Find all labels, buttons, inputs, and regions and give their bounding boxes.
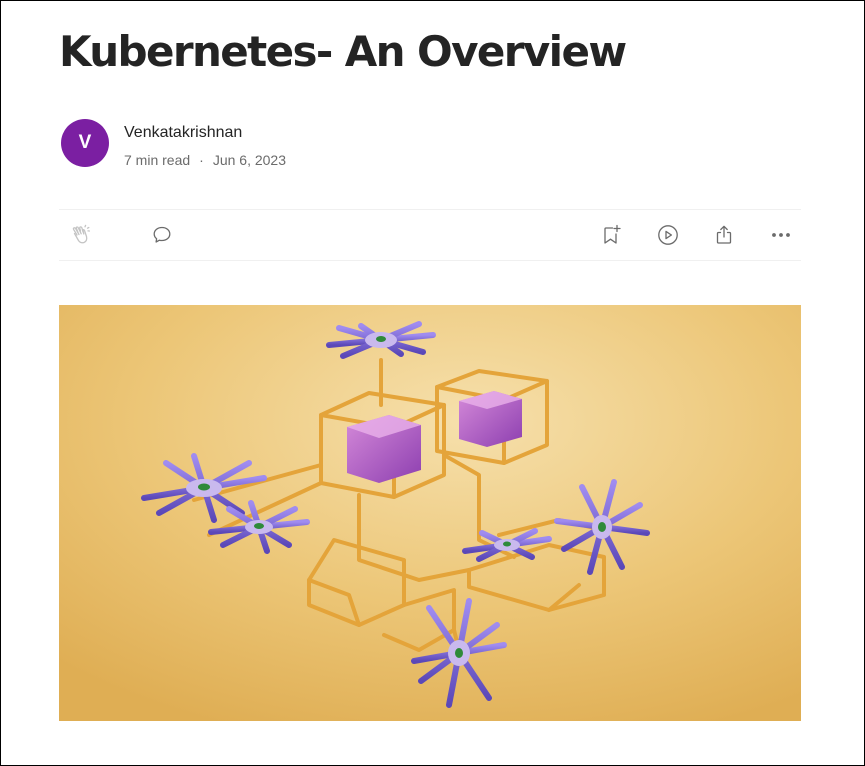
publish-date: Jun 6, 2023 xyxy=(212,152,286,168)
more-dots-icon xyxy=(772,233,790,237)
pod-cube xyxy=(459,391,522,447)
article-meta: 7 min read · Jun 6, 2023 xyxy=(124,152,286,168)
save-button[interactable] xyxy=(599,223,623,247)
clap-icon xyxy=(72,224,91,244)
avatar-initial: V xyxy=(78,132,92,153)
listen-button[interactable] xyxy=(656,223,680,247)
kubernetes-illustration xyxy=(59,305,801,721)
pod-cube xyxy=(347,415,421,483)
response-button[interactable] xyxy=(150,223,174,247)
hero-image xyxy=(59,305,801,721)
share-button[interactable] xyxy=(712,223,736,247)
clap-button[interactable] xyxy=(68,223,92,247)
action-bar xyxy=(59,209,801,261)
author-avatar[interactable]: V xyxy=(61,119,109,167)
speech-bubble-icon xyxy=(153,226,171,243)
article-title: Kubernetes- An Overview xyxy=(59,27,627,76)
meta-separator: · xyxy=(199,152,204,168)
article-page: Kubernetes- An Overview V Venkatakrishna… xyxy=(0,0,865,766)
author-name[interactable]: Venkatakrishnan xyxy=(124,124,242,142)
play-circle-icon xyxy=(658,225,678,245)
bookmark-add-icon xyxy=(604,224,621,244)
share-icon xyxy=(716,225,732,244)
read-time: 7 min read xyxy=(124,152,191,168)
more-button[interactable] xyxy=(769,223,793,247)
